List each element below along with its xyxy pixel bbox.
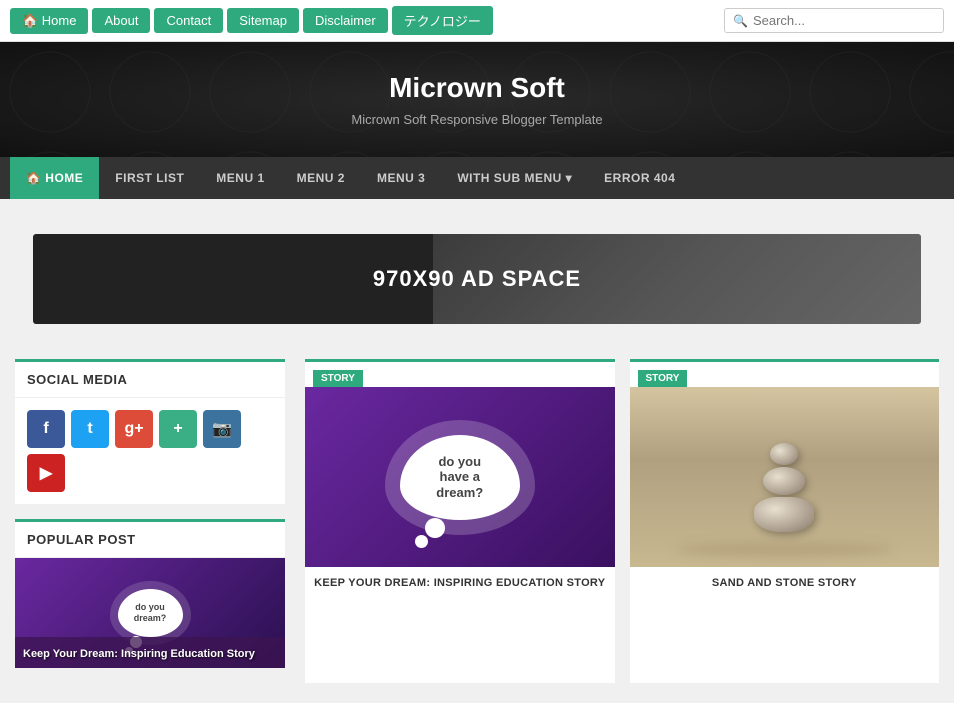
post-tag-dream: STORY — [313, 370, 363, 387]
site-subtitle: Micrown Soft Responsive Blogger Template — [20, 112, 934, 127]
dream-cloud: do youhave adream? — [400, 435, 520, 520]
mainnav-submenu[interactable]: WITH SUB MENU ▾ — [441, 157, 588, 199]
mainnav-firstlist[interactable]: FIRST LIST — [99, 157, 200, 199]
posts-grid: STORY do youhave adream? KEEP YOUR DREAM… — [305, 359, 939, 683]
search-wrapper: 🔍 — [724, 8, 944, 33]
mainnav-error404[interactable]: ERROR 404 — [588, 157, 691, 199]
topnav-home[interactable]: 🏠 Home — [10, 8, 88, 34]
mainnav-menu3[interactable]: MENU 3 — [361, 157, 441, 199]
post-title-dream[interactable]: KEEP YOUR DREAM: INSPIRING EDUCATION STO… — [305, 567, 615, 594]
main-nav: 🏠 HOME FIRST LIST MENU 1 MENU 2 MENU 3 W… — [0, 157, 954, 199]
social-icon-google[interactable]: g+ — [115, 410, 153, 448]
post-tag-wrap-dream: STORY — [305, 362, 615, 387]
post-card-stone: STORY SAND AND STONE STORY — [630, 359, 940, 683]
search-icon: 🔍 — [733, 14, 748, 28]
social-icon-twitter[interactable]: t — [71, 410, 109, 448]
site-title: Micrown Soft — [20, 72, 934, 104]
content-area: SOCIAL MEDIA f t g+ + 📷 ▶ POPULAR POST d… — [0, 349, 954, 703]
topnav-contact[interactable]: Contact — [154, 8, 223, 33]
topnav-sitemap[interactable]: Sitemap — [227, 8, 299, 33]
mainnav-menu1[interactable]: MENU 1 — [200, 157, 280, 199]
sidebar: SOCIAL MEDIA f t g+ + 📷 ▶ POPULAR POST d… — [15, 359, 285, 683]
stone-stack — [754, 443, 814, 532]
stone-base — [754, 497, 814, 532]
social-icon-plus[interactable]: + — [159, 410, 197, 448]
mainnav-menu2[interactable]: MENU 2 — [281, 157, 361, 199]
social-icons-container: f t g+ + 📷 ▶ — [15, 398, 285, 504]
post-card-dream: STORY do youhave adream? KEEP YOUR DREAM… — [305, 359, 615, 683]
post-title-stone[interactable]: SAND AND STONE STORY — [630, 567, 940, 594]
topnav-tech[interactable]: テクノロジー — [392, 6, 493, 35]
sidebar-social-title: SOCIAL MEDIA — [15, 362, 285, 398]
mainnav-home[interactable]: 🏠 HOME — [10, 157, 99, 199]
sidebar-popular-title: POPULAR POST — [15, 522, 285, 558]
post-tag-wrap-stone: STORY — [630, 362, 940, 387]
stone-mid — [763, 467, 805, 495]
search-input[interactable] — [753, 13, 935, 28]
social-icon-youtube[interactable]: ▶ — [27, 454, 65, 492]
popular-post-image: do youdream? Keep Your Dream: Inspiring … — [15, 558, 285, 668]
popular-post-item[interactable]: do youdream? Keep Your Dream: Inspiring … — [15, 558, 285, 668]
dream-text: do youhave adream? — [431, 449, 488, 506]
popular-post-title: Keep Your Dream: Inspiring Education Sto… — [23, 648, 255, 660]
ad-banner: 970X90 AD SPACE — [33, 234, 920, 324]
social-icon-facebook[interactable]: f — [27, 410, 65, 448]
stone-top — [770, 443, 798, 465]
top-bar: 🏠 Home About Contact Sitemap Disclaimer … — [0, 0, 954, 42]
topnav-disclaimer[interactable]: Disclaimer — [303, 8, 388, 33]
sidebar-popular-section: POPULAR POST do youdream? Keep Your Drea… — [15, 519, 285, 668]
social-icon-instagram[interactable]: 📷 — [203, 410, 241, 448]
post-tag-stone: STORY — [638, 370, 688, 387]
ad-banner-text: 970X90 AD SPACE — [373, 266, 581, 292]
post-stone-image[interactable] — [630, 387, 940, 567]
site-header: Micrown Soft Micrown Soft Responsive Blo… — [0, 42, 954, 157]
post-dream-image[interactable]: do youhave adream? — [305, 387, 615, 567]
sidebar-social-section: SOCIAL MEDIA f t g+ + 📷 ▶ — [15, 359, 285, 504]
topnav-about[interactable]: About — [92, 8, 150, 33]
